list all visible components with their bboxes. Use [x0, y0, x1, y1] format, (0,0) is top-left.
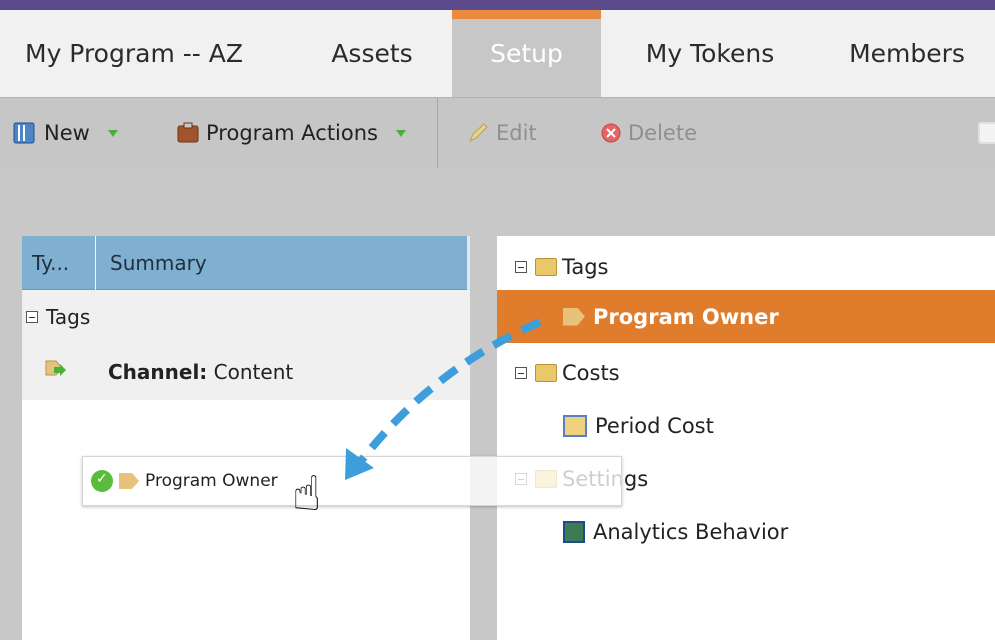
tags-group-label: Tags: [46, 304, 91, 329]
tree-item-program-owner[interactable]: Program Owner: [497, 290, 995, 343]
pencil-icon: [469, 123, 488, 143]
channel-row[interactable]: Channel: Content: [22, 343, 470, 400]
collapse-icon[interactable]: [515, 366, 527, 379]
toolbox-icon: [177, 122, 199, 143]
tree-item-analytics-behavior[interactable]: Analytics Behavior: [497, 505, 995, 558]
setup-tree-panel: Tags Program Owner Costs Period Cost Set…: [497, 236, 995, 640]
channel-type-cell: [22, 358, 96, 385]
edit-button[interactable]: Edit: [466, 118, 537, 148]
tree-folder-costs[interactable]: Costs: [497, 346, 995, 399]
new-label: New: [44, 121, 90, 145]
tab-assets[interactable]: Assets: [292, 10, 452, 97]
analytics-icon: [563, 520, 585, 543]
program-actions-label: Program Actions: [206, 121, 378, 145]
delete-icon: [601, 123, 621, 143]
tree-label: Program Owner: [593, 304, 779, 329]
book-icon: [13, 122, 35, 144]
delete-label: Delete: [628, 121, 697, 145]
folder-icon: [535, 363, 557, 382]
tab-program-name[interactable]: My Program -- AZ: [0, 10, 292, 97]
tags-group-row[interactable]: Tags: [22, 290, 470, 343]
tag-arrow-icon: [45, 360, 66, 376]
summary-grid-panel: Ty... Summary Tags Channel: Content: [22, 235, 470, 640]
tab-bar: My Program -- AZ Assets Setup My Tokens …: [0, 10, 995, 97]
drag-label: Program Owner: [145, 471, 278, 491]
channel-value: Content: [207, 359, 294, 384]
folder-icon: [535, 257, 557, 276]
valid-drop-icon: [91, 470, 113, 492]
drag-ghost: Program Owner: [82, 456, 622, 506]
new-button[interactable]: New: [12, 118, 118, 148]
collapse-icon[interactable]: [515, 260, 527, 273]
tree-label: Costs: [562, 360, 620, 385]
program-actions-button[interactable]: Program Actions: [176, 118, 406, 148]
dropdown-caret-icon: [396, 129, 406, 137]
channel-label: Channel:: [108, 359, 208, 384]
tab-my-tokens[interactable]: My Tokens: [601, 10, 819, 97]
column-summary[interactable]: Summary: [96, 251, 207, 275]
channel-summary-cell: Channel: Content: [96, 360, 293, 384]
tree-label: Tags: [562, 254, 609, 279]
tab-members[interactable]: Members: [819, 10, 995, 97]
tree-folder-tags[interactable]: Tags: [497, 240, 995, 293]
grid-header: Ty... Summary: [22, 235, 470, 290]
edit-label: Edit: [496, 121, 537, 145]
column-type[interactable]: Ty...: [22, 235, 96, 290]
tree-label: Analytics Behavior: [593, 519, 789, 544]
window-icon[interactable]: [978, 122, 995, 144]
tab-setup[interactable]: Setup: [452, 10, 601, 97]
tree-label: Period Cost: [595, 413, 714, 438]
top-accent-bar: [0, 0, 995, 10]
tree-item-period-cost[interactable]: Period Cost: [497, 399, 995, 452]
grab-hand-cursor-icon: ☝: [292, 466, 322, 522]
toolbar-divider: [437, 98, 438, 168]
collapse-icon[interactable]: [26, 310, 38, 323]
grid-header-edge: [467, 236, 470, 290]
delete-button[interactable]: Delete: [600, 118, 697, 148]
tag-icon: [119, 473, 139, 489]
calendar-icon: [563, 414, 587, 437]
dropdown-caret-icon: [107, 129, 118, 137]
tag-icon: [563, 307, 585, 326]
toolbar: New Program Actions Edit Delete: [0, 97, 995, 168]
